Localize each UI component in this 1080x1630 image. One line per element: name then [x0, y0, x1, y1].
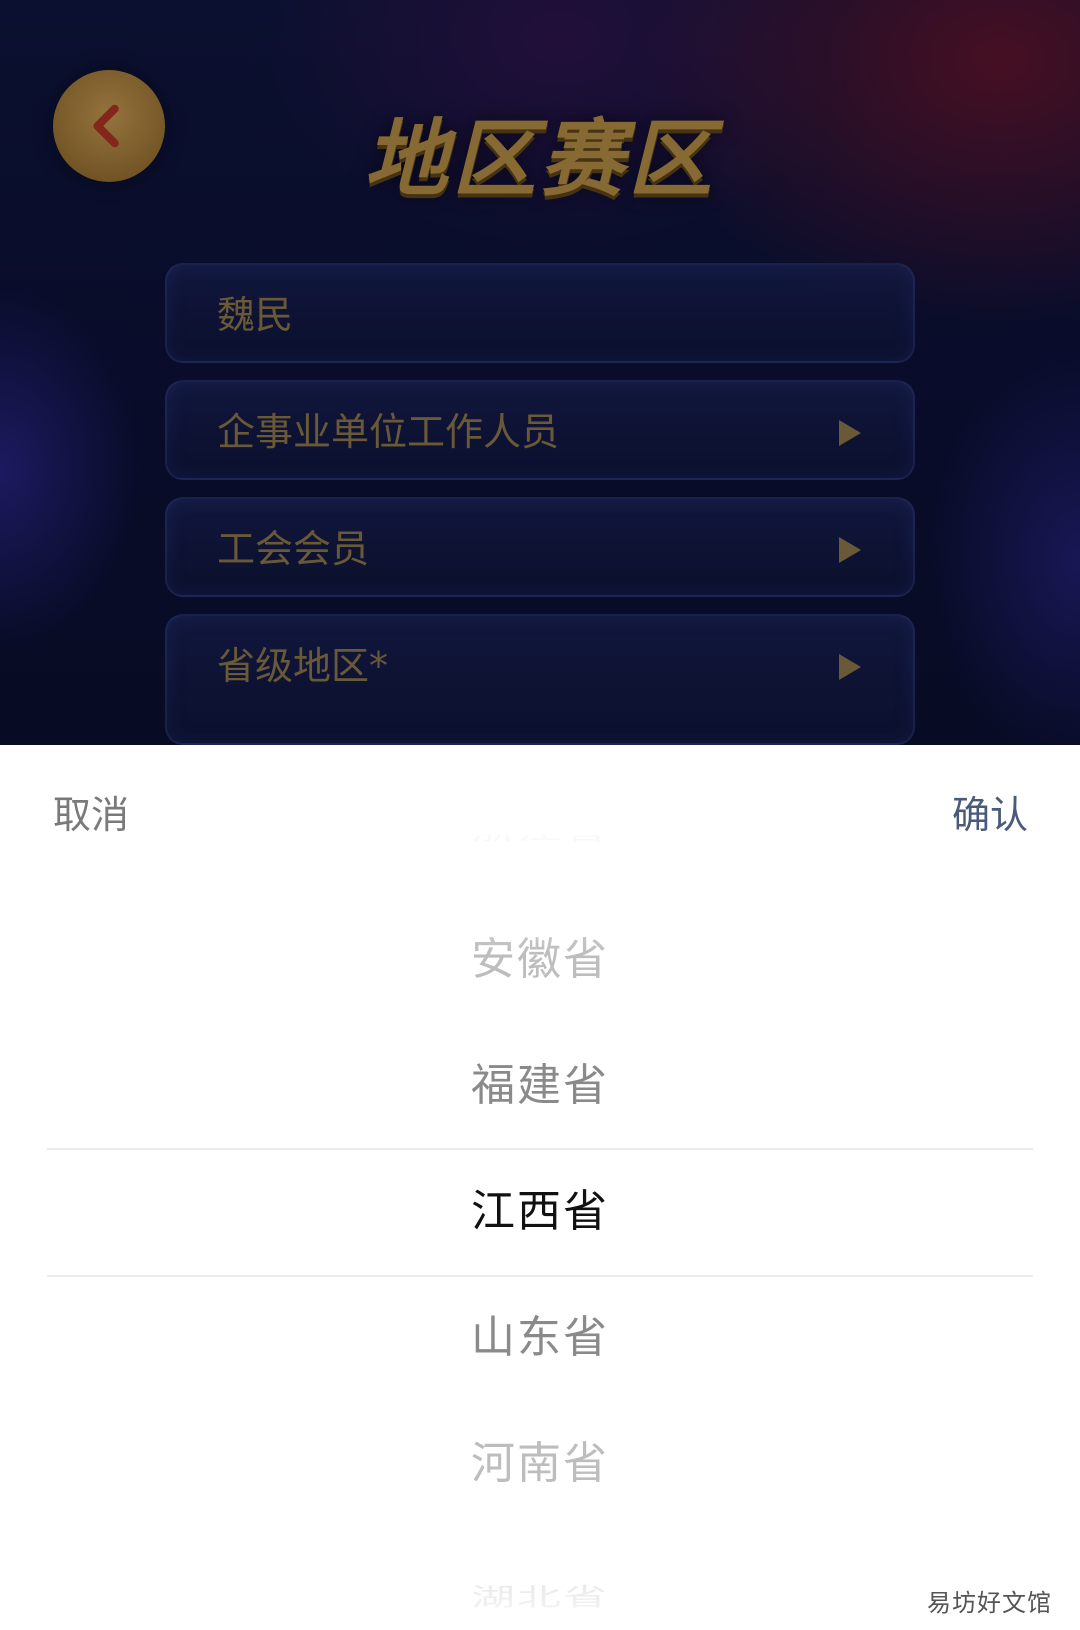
- province-field[interactable]: 省级地区*: [165, 614, 915, 745]
- employer-type-field[interactable]: 企事业单位工作人员: [165, 380, 915, 480]
- picker-option[interactable]: 山东省: [0, 1275, 1080, 1401]
- picker-option[interactable]: 安徽省: [0, 897, 1080, 1023]
- province-label: 省级地区*: [217, 644, 389, 688]
- picker-option[interactable]: 河南省: [0, 1401, 1080, 1527]
- background-page: 地区赛区 魏民 企事业单位工作人员 工会会员 省级地区*: [0, 0, 1080, 745]
- employer-type-label: 企事业单位工作人员: [217, 410, 560, 454]
- picker-option[interactable]: 浙江省: [0, 835, 1080, 867]
- triangle-right-icon: [839, 420, 861, 446]
- screen: 地区赛区 魏民 企事业单位工作人员 工会会员 省级地区* 取消 确认 浙江省 安…: [0, 0, 1080, 1630]
- triangle-right-icon: [839, 537, 861, 563]
- picker-option[interactable]: 湖北省: [0, 1563, 1080, 1630]
- page-title: 地区赛区: [363, 110, 716, 208]
- picker-option[interactable]: 福建省: [0, 1023, 1080, 1149]
- province-wheel[interactable]: 浙江省 安徽省 福建省 江西省 山东省 河南省 湖北省: [0, 835, 1080, 1630]
- province-picker-sheet: 取消 确认 浙江省 安徽省 福建省 江西省 山东省 河南省 湖北省 易坊好文馆: [0, 745, 1080, 1630]
- picker-option-selected[interactable]: 江西省: [0, 1149, 1080, 1275]
- name-field-value: 魏民: [217, 293, 294, 337]
- name-field[interactable]: 魏民: [165, 263, 915, 363]
- watermark: 易坊好文馆: [927, 1589, 1052, 1617]
- union-member-label: 工会会员: [217, 527, 370, 571]
- triangle-right-icon: [839, 654, 861, 680]
- union-member-field[interactable]: 工会会员: [165, 497, 915, 597]
